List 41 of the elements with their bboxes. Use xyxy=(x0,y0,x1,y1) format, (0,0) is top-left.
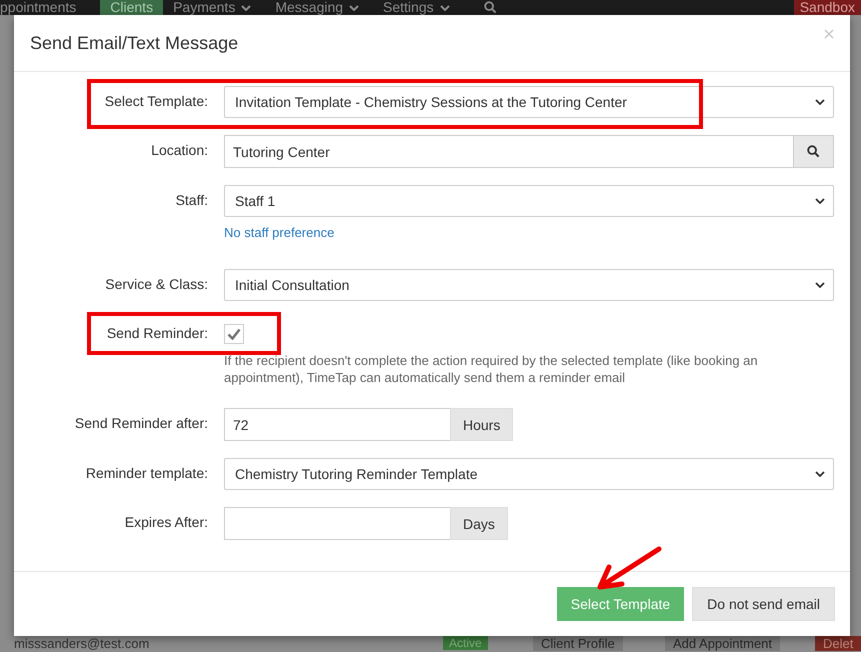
unit-label: Hours xyxy=(450,408,514,441)
field-label: Reminder template: xyxy=(84,464,209,481)
link[interactable]: No staff preference xyxy=(224,225,334,240)
field-label: Staff: xyxy=(174,191,209,208)
arrow-annotation xyxy=(598,546,662,590)
input-field[interactable]: Tutoring Center xyxy=(224,135,793,168)
field-label: Select Template: xyxy=(104,92,209,109)
client-email: misssanders@test.com xyxy=(14,636,150,651)
field-label: Send Reminder after: xyxy=(74,414,209,431)
field-label: Location: xyxy=(150,141,209,158)
action-button[interactable]: Client Profile xyxy=(533,636,623,651)
chevron-icon xyxy=(815,198,825,204)
select-dropdown[interactable]: Staff 1 xyxy=(224,185,834,217)
sandbox-badge: Sandbox xyxy=(794,0,861,15)
search-icon[interactable] xyxy=(484,1,497,14)
chevron-icon xyxy=(815,471,825,477)
chevron-icon xyxy=(815,282,825,288)
cancel-button[interactable]: Do not send email xyxy=(692,587,835,621)
nav-tab[interactable]: Clients xyxy=(100,0,164,15)
status-badge: Active xyxy=(443,636,488,650)
input-field[interactable]: 72 xyxy=(224,408,450,441)
nav-tab[interactable]: Messaging xyxy=(275,0,374,15)
modal-title: Send Email/Text Message xyxy=(30,32,238,54)
nav-tab[interactable]: Settings xyxy=(383,0,464,15)
delete-button[interactable]: Delet xyxy=(815,636,861,651)
help-text: If the recipient doesn't complete the action required by the selected template (like booking an appointment), TimeTap can automatically send them a reminder email xyxy=(224,352,759,386)
select-dropdown[interactable]: Chemistry Tutoring Reminder Template xyxy=(224,458,834,490)
select-dropdown[interactable]: Initial Consultation xyxy=(224,269,834,301)
field-label: Send Reminder: xyxy=(106,324,209,341)
select-dropdown[interactable]: Invitation Template - Chemistry Sessions at the Tutoring Center xyxy=(224,86,834,118)
nav-tab[interactable]: ppointments xyxy=(0,0,90,15)
field-label: Service & Class: xyxy=(104,275,209,292)
search-icon xyxy=(807,145,820,158)
chevron-icon xyxy=(815,99,825,105)
search-button[interactable] xyxy=(793,135,834,168)
field-label: Expires After: xyxy=(124,513,209,530)
nav-tab[interactable]: Payments xyxy=(173,0,266,15)
input-field[interactable] xyxy=(224,507,450,540)
unit-label: Days xyxy=(450,507,508,540)
action-button[interactable]: Add Appointment xyxy=(665,636,780,651)
checkbox[interactable] xyxy=(224,324,244,344)
